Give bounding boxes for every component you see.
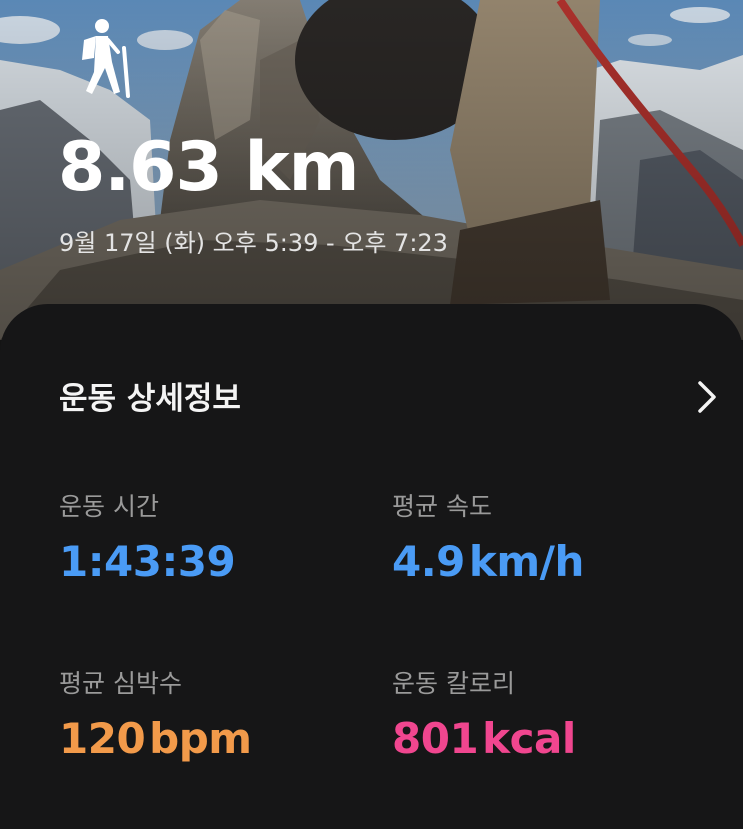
section-title: 운동 상세정보 — [59, 381, 241, 417]
stat-average-heart-rate: 평균 심박수 120bpm — [59, 667, 379, 767]
stat-value: 801kcal — [392, 711, 712, 767]
workout-summary-screen: 8.63 km 9월 17일 (화) 오후 5:39 - 오후 7:23 운동 … — [0, 0, 743, 829]
stat-label: 운동 시간 — [59, 492, 159, 521]
stat-workout-time: 운동 시간 1:43:39 — [59, 490, 379, 590]
stat-number: 120 — [59, 714, 146, 763]
stat-value: 120bpm — [59, 711, 379, 767]
stat-average-speed: 평균 속도 4.9km/h — [392, 490, 712, 590]
stat-unit: kcal — [482, 714, 576, 763]
stat-label: 평균 속도 — [392, 492, 492, 521]
hero-banner: 8.63 km 9월 17일 (화) 오후 5:39 - 오후 7:23 — [0, 0, 743, 340]
stat-calories: 운동 칼로리 801kcal — [392, 667, 712, 767]
workout-datetime: 9월 17일 (화) 오후 5:39 - 오후 7:23 — [59, 229, 448, 257]
stat-value: 4.9km/h — [392, 534, 712, 590]
stat-unit: bpm — [149, 714, 252, 763]
total-distance: 8.63 km — [58, 128, 360, 207]
stat-number: 1:43:39 — [59, 537, 236, 586]
stat-unit: km/h — [468, 537, 584, 586]
stat-label: 평균 심박수 — [59, 669, 182, 698]
chevron-right-icon[interactable] — [695, 379, 719, 415]
workout-details-header[interactable]: 운동 상세정보 — [59, 377, 719, 421]
stat-number: 801 — [392, 714, 479, 763]
stat-value: 1:43:39 — [59, 534, 379, 590]
stat-number: 4.9 — [392, 537, 465, 586]
stat-label: 운동 칼로리 — [392, 669, 515, 698]
hiking-icon — [82, 19, 130, 98]
